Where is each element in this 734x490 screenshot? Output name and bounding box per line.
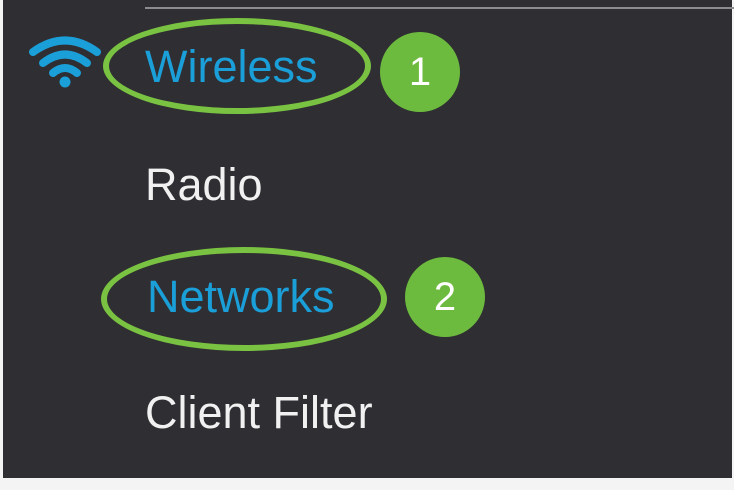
sidebar-item-networks[interactable]: Networks xyxy=(147,274,335,319)
step-badge-1: 1 xyxy=(380,32,460,112)
wifi-icon xyxy=(29,36,101,88)
sidebar-top-rule xyxy=(145,7,734,9)
step-badge-2: 2 xyxy=(405,257,485,337)
sidebar-section-wireless[interactable]: Wireless xyxy=(145,44,318,89)
sidebar-item-client-filter[interactable]: Client Filter xyxy=(145,390,373,435)
screenshot-frame: Wireless Radio Networks Client Filter 1 … xyxy=(0,0,734,490)
sidebar-item-radio[interactable]: Radio xyxy=(145,162,263,207)
sidebar-panel: Wireless Radio Networks Client Filter xyxy=(3,0,734,478)
